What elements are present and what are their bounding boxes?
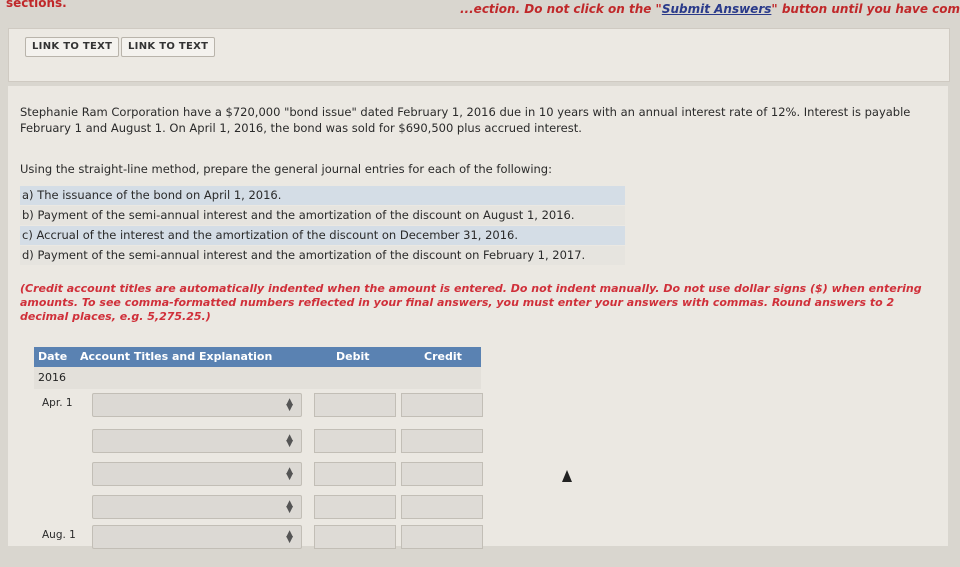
credit-input[interactable] [401,525,483,549]
journal-row: ▲ ▼ [34,495,483,519]
debit-input[interactable] [314,495,396,519]
submit-answers-link[interactable]: Submit Answers [662,2,772,16]
entry-instructions-note: (Credit account titles are automatically… [20,282,922,323]
debit-input[interactable] [314,429,396,453]
instruction-text: Using the straight-line method, prepare … [20,162,552,176]
task-item-a: a) The issuance of the bond on April 1, … [20,186,625,205]
debit-input[interactable] [314,393,396,417]
header-credit: Credit [424,350,462,363]
task-item-d: d) Payment of the semi-annual interest a… [20,246,625,265]
select-arrows-icon: ▲ ▼ [286,529,293,545]
debit-input[interactable] [314,462,396,486]
select-arrows-icon: ▲ ▼ [286,466,293,482]
journal-row: ▲ ▼ [34,429,483,453]
submit-warning: ...ection. Do not click on the "Submit A… [460,2,960,16]
header-account: Account Titles and Explanation [80,350,273,363]
account-select[interactable]: ▲ ▼ [92,393,302,417]
credit-input[interactable] [401,429,483,453]
row-date: Apr. 1 [42,397,73,409]
journal-row: ▲ ▼ [34,462,483,486]
task-item-b: b) Payment of the semi-annual interest a… [20,206,625,225]
year-row: 2016 [34,367,481,389]
header-date: Date [38,350,68,363]
link-to-text-button-1[interactable]: LINK TO TEXT [25,37,120,57]
account-select[interactable]: ▲ ▼ [92,462,302,486]
task-list: a) The issuance of the bond on April 1, … [20,186,625,266]
year-label: 2016 [38,371,66,384]
select-arrows-icon: ▲ ▼ [286,433,293,449]
problem-statement: Stephanie Ram Corporation have a $720,00… [20,105,911,135]
journal-table: Date Account Titles and Explanation Debi… [34,347,483,567]
submit-warning-suffix: " button until you have completed all of… [771,2,960,16]
row-date: Aug. 1 [42,529,76,541]
journal-row: Apr. 1 ▲ ▼ [34,393,483,417]
sections-fragment: sections. [6,0,67,10]
link-bar: LINK TO TEXT LINK TO TEXT [8,28,950,82]
account-select[interactable]: ▲ ▼ [92,525,302,549]
task-item-c: c) Accrual of the interest and the amort… [20,226,625,245]
credit-input[interactable] [401,495,483,519]
header-debit: Debit [336,350,370,363]
account-select[interactable]: ▲ ▼ [92,429,302,453]
mouse-cursor-icon [562,470,572,482]
credit-input[interactable] [401,393,483,417]
submit-warning-prefix: ...ection. Do not click on the " [460,2,662,16]
journal-table-header: Date Account Titles and Explanation Debi… [34,347,481,367]
question-panel: Stephanie Ram Corporation have a $720,00… [8,86,948,549]
journal-row: Aug. 1 ▲ ▼ [34,525,483,549]
top-instruction-bar: sections. ...ection. Do not click on the… [0,0,960,24]
select-arrows-icon: ▲ ▼ [286,397,293,413]
credit-input[interactable] [401,462,483,486]
debit-input[interactable] [314,525,396,549]
select-arrows-icon: ▲ ▼ [286,499,293,515]
link-to-text-button-2[interactable]: LINK TO TEXT [121,37,216,57]
account-select[interactable]: ▲ ▼ [92,495,302,519]
